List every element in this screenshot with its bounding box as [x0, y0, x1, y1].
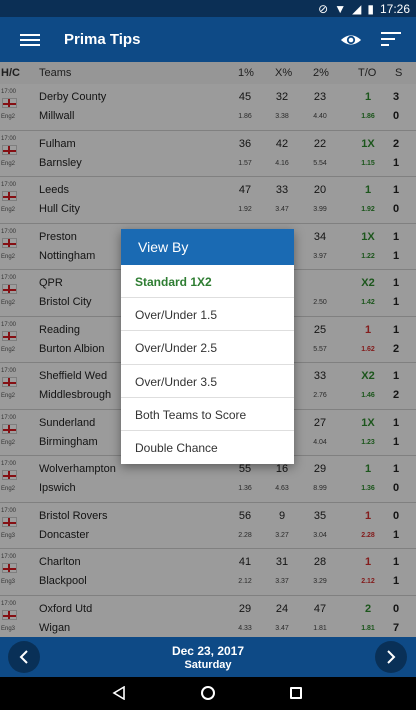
option-double-chance[interactable]: Double Chance [121, 431, 294, 464]
status-bar: ⊘ ▼ ◢ ▮ 17:26 [0, 0, 416, 17]
recent-apps-icon[interactable] [290, 687, 302, 699]
option-both-teams-to-score[interactable]: Both Teams to Score [121, 398, 294, 431]
option-over-under-2-5[interactable]: Over/Under 2.5 [121, 331, 294, 365]
back-icon[interactable] [112, 686, 126, 700]
eye-icon[interactable] [340, 30, 362, 50]
next-day-button[interactable] [375, 641, 407, 673]
battery-icon: ▮ [367, 1, 374, 16]
option-over-under-1-5[interactable]: Over/Under 1.5 [121, 298, 294, 332]
system-nav-bar [0, 677, 416, 710]
hamburger-menu-icon[interactable] [20, 31, 40, 49]
option-over-under-3-5[interactable]: Over/Under 3.5 [121, 365, 294, 398]
view-by-dialog: View By Standard 1X2 Over/Under 1.5 Over… [121, 229, 294, 464]
chevron-right-icon [387, 650, 396, 664]
status-time: 17:26 [379, 1, 410, 16]
date-footer: Dec 23, 2017 Saturday [0, 637, 416, 677]
app-title: Prima Tips [64, 31, 141, 48]
signal-icon: ◢ [352, 1, 362, 16]
do-not-disturb-icon: ⊘ [318, 1, 329, 16]
footer-day: Saturday [184, 659, 232, 671]
sort-icon[interactable] [381, 32, 401, 50]
app-bar: Prima Tips [0, 17, 416, 62]
option-standard-1x2[interactable]: Standard 1X2 [121, 265, 294, 299]
home-icon[interactable] [201, 686, 215, 700]
dialog-title: View By [121, 229, 294, 265]
wifi-icon: ▼ [334, 1, 347, 16]
footer-date: Dec 23, 2017 [171, 644, 245, 658]
